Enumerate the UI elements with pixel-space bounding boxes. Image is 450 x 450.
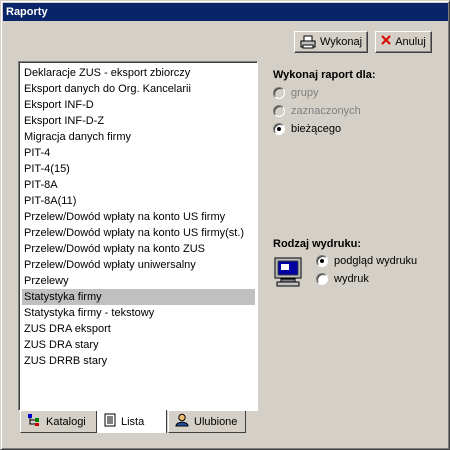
radio-button[interactable] xyxy=(273,87,285,99)
radio-label: zaznaczonych xyxy=(291,105,361,117)
list-item-selected[interactable]: Statystyka firmy xyxy=(22,289,255,305)
list-item[interactable]: PIT-4(15) xyxy=(22,161,255,177)
window-title: Raporty xyxy=(3,3,448,21)
execute-button[interactable]: Wykonaj xyxy=(294,31,368,53)
list-item[interactable]: Statystyka firmy - tekstowy xyxy=(22,305,255,321)
cancel-label: Anuluj xyxy=(395,36,426,48)
view-tabs: Katalogi Lista Ulubione xyxy=(20,410,260,433)
list-item[interactable]: ZUS DRA eksport xyxy=(22,321,255,337)
reports-window: Raporty Wykonaj Anuluj Deklaracje ZUS - … xyxy=(0,0,450,450)
list-item[interactable]: Eksport danych do Org. Kancelarii xyxy=(22,81,255,97)
list-item[interactable]: Przelew/Dowód wpłaty uniwersalny xyxy=(22,257,255,273)
radio-selected-option[interactable]: zaznaczonych xyxy=(273,105,361,117)
radio-label: bieżącego xyxy=(291,123,342,135)
printer-icon xyxy=(300,35,316,49)
execute-label: Wykonaj xyxy=(319,36,363,48)
tree-icon xyxy=(27,413,41,430)
list-item[interactable]: PIT-8A(11) xyxy=(22,193,255,209)
radio-label: podgląd wydruku xyxy=(334,255,418,267)
print-type-title: Rodzaj wydruku: xyxy=(273,238,362,250)
list-item[interactable]: Przelewy xyxy=(22,273,255,289)
tab-favorites-label: Ulubione xyxy=(194,415,238,428)
tab-list[interactable]: Lista xyxy=(97,410,167,433)
radio-group-option[interactable]: grupy xyxy=(273,87,319,99)
tab-catalogs-label: Katalogi xyxy=(46,415,86,428)
red-x-icon xyxy=(381,35,391,49)
monitor-icon xyxy=(273,256,305,291)
list-item[interactable]: PIT-8A xyxy=(22,177,255,193)
list-item[interactable]: ZUS DRA stary xyxy=(22,337,255,353)
radio-label: grupy xyxy=(291,87,319,99)
radio-preview-option[interactable]: podgląd wydruku xyxy=(316,255,417,267)
document-icon xyxy=(104,413,116,430)
tab-favorites[interactable]: Ulubione xyxy=(168,411,246,433)
tab-list-label: Lista xyxy=(121,415,145,428)
report-list[interactable]: Deklaracje ZUS - eksport zbiorczy Ekspor… xyxy=(18,61,258,411)
radio-label: wydruk xyxy=(334,273,369,285)
list-item[interactable]: Migracja danych firmy xyxy=(22,129,255,145)
radio-current-option[interactable]: bieżącego xyxy=(273,123,341,135)
radio-button[interactable] xyxy=(273,123,285,135)
list-item[interactable]: Przelew/Dowód wpłaty na konto US firmy xyxy=(22,209,255,225)
run-for-title: Wykonaj raport dla: xyxy=(273,69,376,81)
user-icon xyxy=(175,413,189,430)
radio-button[interactable] xyxy=(316,273,328,285)
radio-button[interactable] xyxy=(273,105,285,117)
list-item[interactable]: ZUS DRRB stary xyxy=(22,353,255,369)
list-item[interactable]: Deklaracje ZUS - eksport zbiorczy xyxy=(22,65,255,81)
tab-catalogs[interactable]: Katalogi xyxy=(20,411,97,433)
list-item[interactable]: Eksport INF-D-Z xyxy=(22,113,255,129)
list-item[interactable]: Przelew/Dowód wpłaty na konto US firmy(s… xyxy=(22,225,255,241)
radio-print-option[interactable]: wydruk xyxy=(316,273,369,285)
list-item[interactable]: Eksport INF-D xyxy=(22,97,255,113)
radio-button[interactable] xyxy=(316,255,328,267)
list-item[interactable]: PIT-4 xyxy=(22,145,255,161)
cancel-button[interactable]: Anuluj xyxy=(375,31,432,53)
list-item[interactable]: Przelew/Dowód wpłaty na konto ZUS xyxy=(22,241,255,257)
